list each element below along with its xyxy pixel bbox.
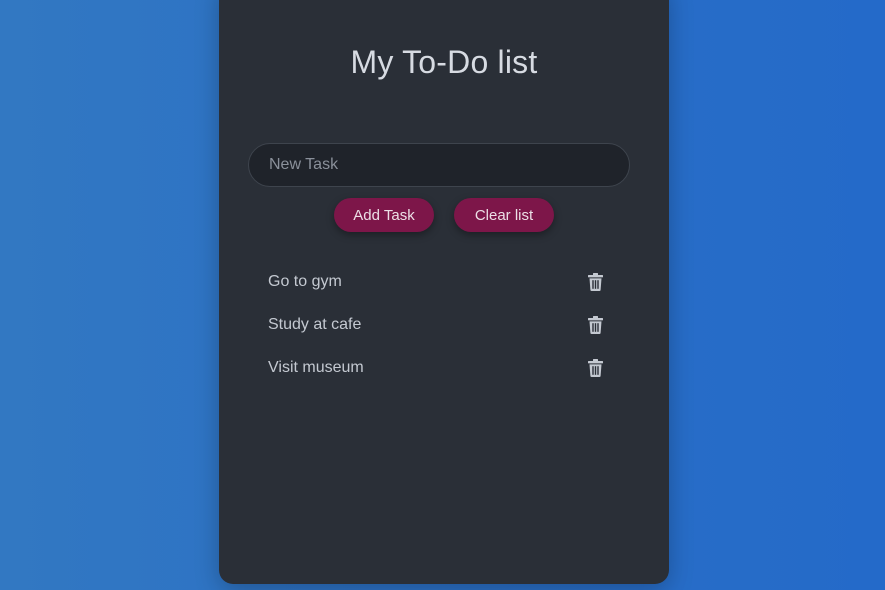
todo-card: My To-Do list Add Task Clear list Go to … <box>219 0 669 584</box>
trash-icon[interactable] <box>586 272 604 292</box>
page-title: My To-Do list <box>350 44 538 80</box>
task-label: Visit museum <box>268 358 364 376</box>
add-task-button[interactable]: Add Task <box>334 198 434 232</box>
task-label: Go to gym <box>268 272 342 290</box>
task-list: Go to gym Study at cafe Visit museum <box>268 260 604 389</box>
task-item: Visit museum <box>268 346 604 389</box>
task-item: Go to gym <box>268 260 604 303</box>
trash-icon[interactable] <box>586 315 604 335</box>
new-task-input[interactable] <box>248 143 630 187</box>
task-item: Study at cafe <box>268 303 604 346</box>
task-label: Study at cafe <box>268 315 362 333</box>
trash-icon[interactable] <box>586 358 604 378</box>
clear-list-button[interactable]: Clear list <box>454 198 554 232</box>
